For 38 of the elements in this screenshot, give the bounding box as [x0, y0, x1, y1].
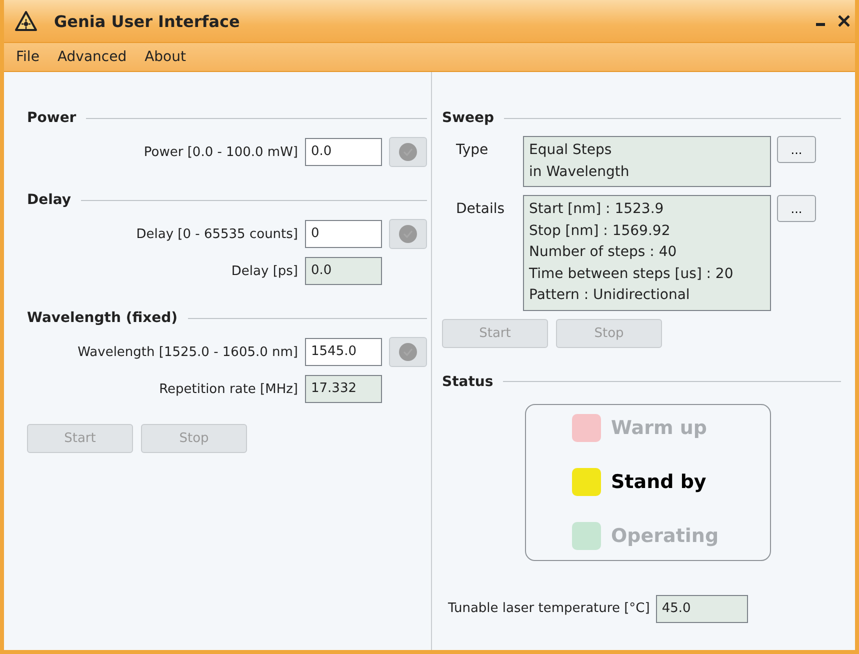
section-heading: Wavelength (fixed) — [27, 310, 178, 326]
field-label: Type — [455, 141, 490, 158]
window-title: Genia User Interface — [54, 12, 240, 30]
menu-item[interactable]: About — [144, 49, 186, 65]
menu-item[interactable]: File — [16, 49, 40, 65]
input-field[interactable]: 0.0 — [305, 138, 382, 166]
section-heading: Status — [442, 374, 494, 390]
field-label: Power [0.0 - 100.0 mW] — [144, 144, 298, 160]
apply-button[interactable] — [389, 137, 427, 167]
field-label: Repetition rate [MHz] — [159, 382, 298, 396]
field-label: Wavelength [1525.0 - 1605.0 nm] — [78, 344, 298, 360]
section-heading: Power — [27, 110, 76, 126]
status-label: Stand by — [611, 471, 706, 493]
field-label: Tunable laser temperature [°C] — [448, 601, 650, 616]
readout-field: Start [nm] : 1523.9 Stop [nm] : 1569.92 Number of steps : 40 Time between steps [us] : 20 Pattern : Unidirectional — [523, 195, 771, 310]
field-label: Delay [ps] — [231, 264, 298, 278]
status-label: Warm up — [611, 417, 708, 439]
section-heading: Delay — [27, 192, 72, 208]
readout-field: Equal Steps in Wavelength — [523, 136, 771, 187]
check-circle-icon — [398, 342, 418, 362]
warning-triangle-icon — [14, 10, 38, 32]
menu-item[interactable]: Advanced — [57, 49, 127, 65]
apply-button[interactable] — [389, 337, 427, 367]
status-label: Operating — [611, 525, 719, 547]
apply-button[interactable] — [389, 219, 427, 249]
section-heading: Sweep — [442, 110, 494, 126]
ellipsis-button[interactable]: ... — [777, 195, 816, 222]
close-icon[interactable] — [837, 14, 851, 28]
readout-field: 0.0 — [305, 257, 382, 285]
field-label: Delay [0 - 65535 counts] — [136, 226, 298, 242]
ellipsis-button[interactable]: ... — [777, 136, 816, 163]
readout-field: 17.332 — [305, 375, 382, 403]
readout-field: 45.0 — [656, 594, 748, 622]
input-field[interactable]: 1545.0 — [305, 338, 382, 366]
field-label: Details — [455, 200, 506, 217]
check-circle-icon — [398, 142, 418, 162]
input-field[interactable]: 0 — [305, 220, 382, 248]
check-circle-icon — [398, 224, 418, 244]
